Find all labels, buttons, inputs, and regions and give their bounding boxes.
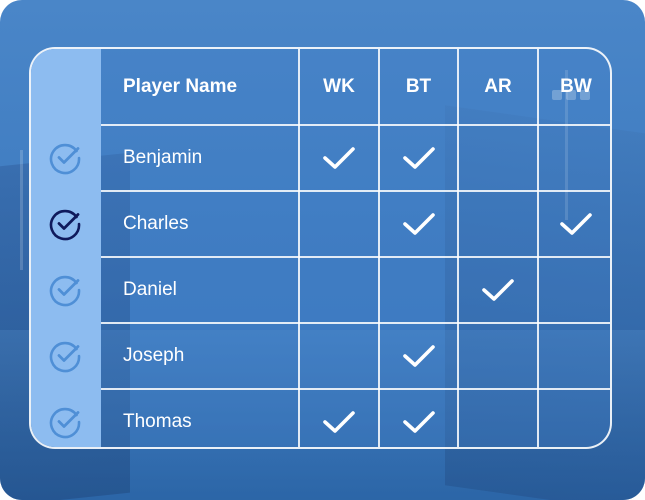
role-cell-bt[interactable] (379, 125, 458, 191)
player-name: Charles (123, 213, 189, 234)
circle-check-icon[interactable] (48, 273, 82, 307)
role-cell-bt[interactable] (379, 323, 458, 389)
role-cell-wk[interactable] (299, 257, 379, 323)
column-header-player-name: Player Name (123, 76, 238, 97)
role-cell-bt[interactable] (379, 191, 458, 257)
column-header-bw: BW (560, 76, 592, 97)
column-header-ar: AR (484, 76, 512, 97)
row-select-column (31, 49, 101, 447)
role-cell-bw[interactable] (538, 125, 610, 191)
role-cell-bt[interactable] (379, 257, 458, 323)
checkmark-icon (322, 145, 356, 171)
checkmark-icon (559, 211, 593, 237)
column-header-wk: WK (323, 76, 355, 97)
selection-table: Player Name WK BT AR BW Benjamin Charles Daniel… (29, 47, 612, 449)
player-name: Thomas (123, 411, 192, 432)
column-header-bt: BT (405, 76, 432, 97)
circle-check-icon[interactable] (48, 405, 82, 439)
player-name: Benjamin (123, 147, 203, 168)
role-cell-bw[interactable] (538, 191, 610, 257)
light-tower (20, 150, 23, 270)
checkmark-icon (402, 145, 436, 171)
role-cell-wk[interactable] (299, 125, 379, 191)
role-cell-bw[interactable] (538, 257, 610, 323)
circle-check-icon[interactable] (48, 339, 82, 373)
role-cell-ar[interactable] (458, 191, 538, 257)
role-cell-wk[interactable] (299, 389, 379, 447)
role-cell-bw[interactable] (538, 389, 610, 447)
circle-check-icon[interactable] (48, 207, 82, 241)
role-cell-wk[interactable] (299, 191, 379, 257)
role-cell-wk[interactable] (299, 323, 379, 389)
checkmark-icon (402, 409, 436, 435)
role-cell-bt[interactable] (379, 389, 458, 447)
page-frame: Player Name WK BT AR BW Benjamin Charles Daniel… (0, 0, 645, 500)
player-name: Daniel (123, 279, 177, 300)
checkmark-icon (402, 211, 436, 237)
role-cell-ar[interactable] (458, 323, 538, 389)
circle-check-icon[interactable] (48, 141, 82, 175)
role-cell-bw[interactable] (538, 323, 610, 389)
player-name: Joseph (123, 345, 185, 366)
checkmark-icon (322, 409, 356, 435)
role-cell-ar[interactable] (458, 125, 538, 191)
checkmark-icon (481, 277, 515, 303)
checkmark-icon (402, 343, 436, 369)
role-cell-ar[interactable] (458, 389, 538, 447)
role-cell-ar[interactable] (458, 257, 538, 323)
